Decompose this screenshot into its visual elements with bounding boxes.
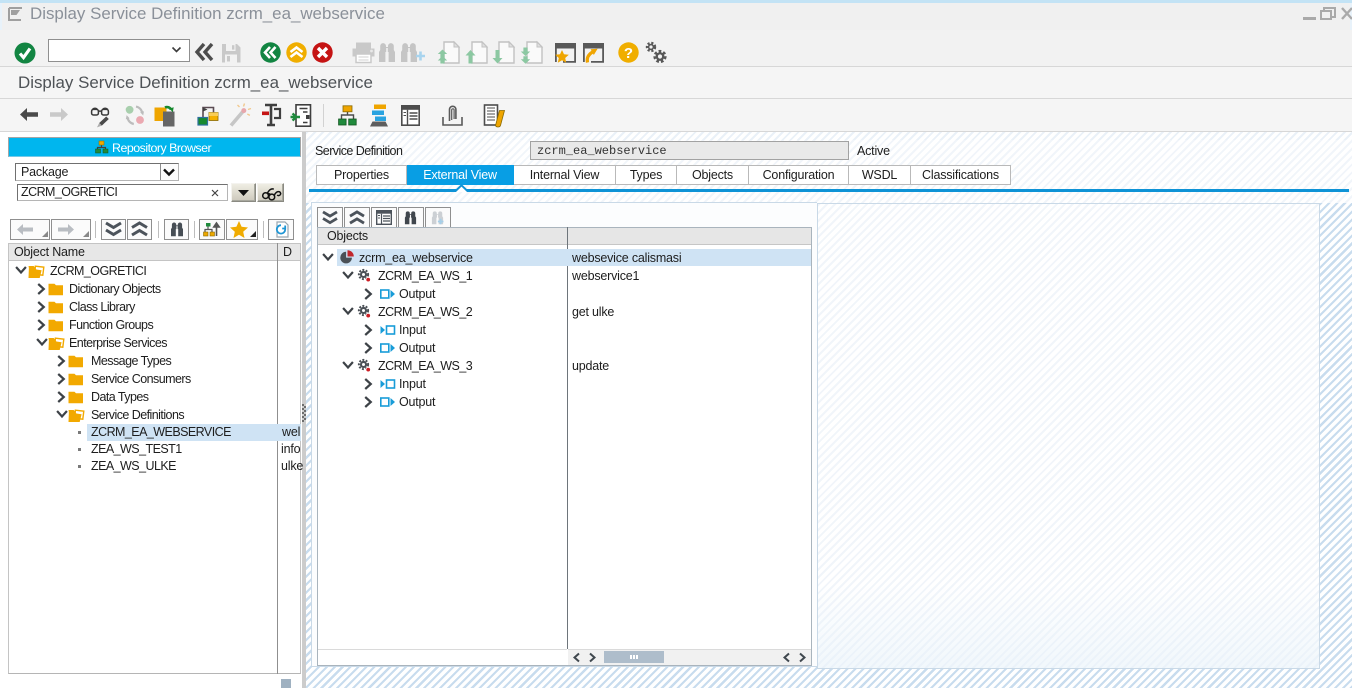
svg-text:?: ? [624, 45, 633, 62]
